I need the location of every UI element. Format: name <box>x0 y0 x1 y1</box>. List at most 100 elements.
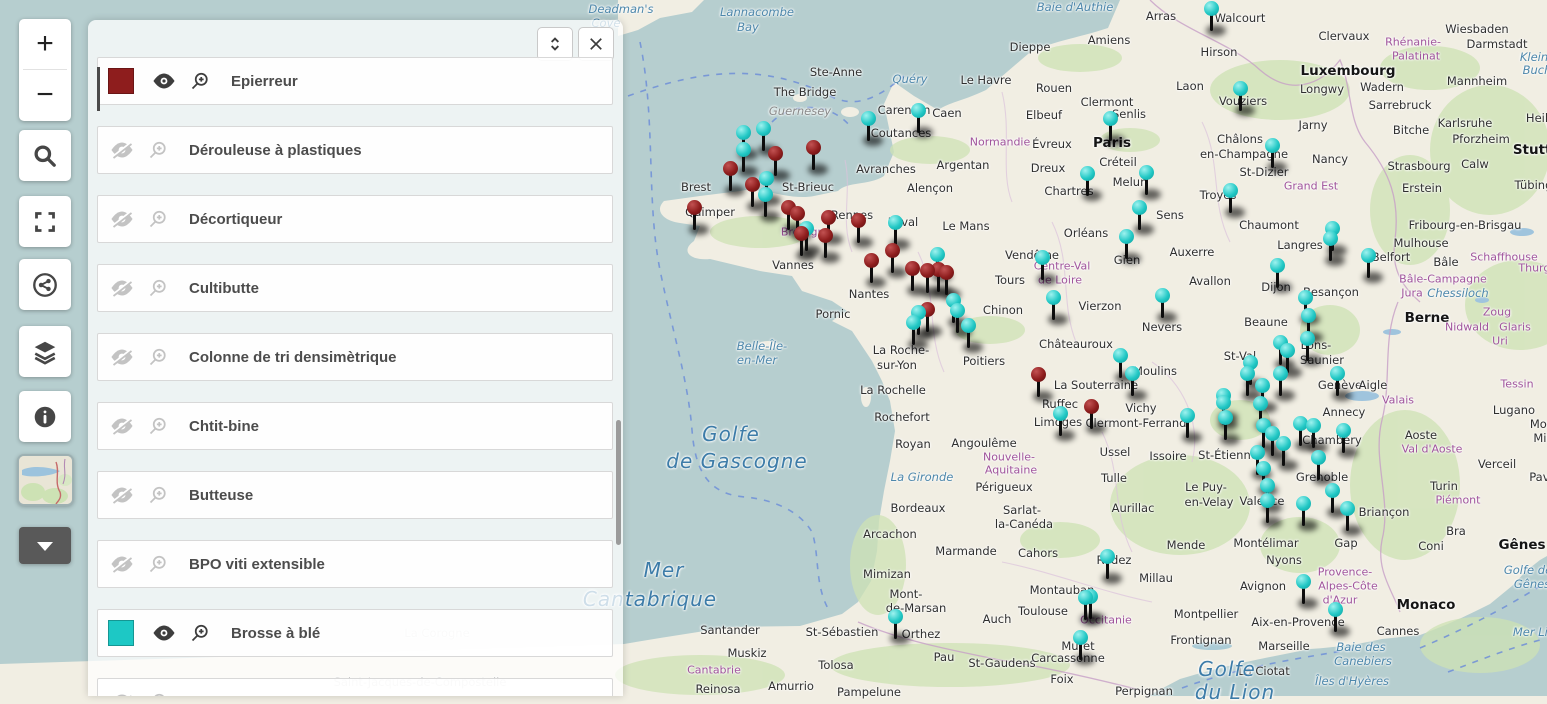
marker-ball-icon <box>1300 331 1315 346</box>
zoom-out-button[interactable]: − <box>19 70 71 120</box>
marker-ball-icon <box>1031 367 1046 382</box>
marker-ball-icon <box>864 253 879 268</box>
zoom-control: + − <box>19 19 71 121</box>
zoom-to-extent-icon <box>147 347 168 368</box>
layer-row[interactable]: Epierreur <box>97 57 613 105</box>
zoom-to-layer-button[interactable] <box>144 484 171 506</box>
marker-ball-icon <box>911 103 926 118</box>
zoom-to-extent-icon <box>147 140 168 161</box>
resize-panel-button[interactable] <box>537 27 573 61</box>
layer-row[interactable]: Butteuse <box>97 471 613 519</box>
marker-ball-icon <box>1155 288 1170 303</box>
marker-ball-icon <box>1296 574 1311 589</box>
marker-ball-icon <box>1218 410 1233 425</box>
fullscreen-button[interactable] <box>19 196 71 247</box>
close-panel-button[interactable] <box>578 27 614 61</box>
layer-row[interactable]: Décortiqueur <box>97 195 613 243</box>
zoom-to-extent-icon <box>147 554 168 575</box>
marker-ball-icon <box>1233 81 1248 96</box>
marker-ball-icon <box>1132 200 1147 215</box>
zoom-to-layer-button[interactable] <box>144 208 171 230</box>
search-button[interactable] <box>19 130 71 181</box>
marker-ball-icon <box>1323 231 1338 246</box>
toggle-visibility-button[interactable] <box>150 70 177 92</box>
layer-row[interactable]: Cultibutte <box>97 264 613 312</box>
zoom-to-extent-icon <box>189 71 210 92</box>
marker-ball-icon <box>794 226 809 241</box>
layer-name: Cultibutte <box>189 280 259 297</box>
marker-ball-icon <box>758 187 773 202</box>
marker-ball-icon <box>1340 501 1355 516</box>
marker-ball-icon <box>1100 549 1115 564</box>
layer-row[interactable]: Colonne de tri densimètrique <box>97 333 613 381</box>
minimap-toggle[interactable] <box>17 454 74 506</box>
toggle-visibility-button[interactable] <box>150 622 177 644</box>
layer-name: Brosse à blé <box>231 625 320 642</box>
layer-color-swatch <box>108 68 134 94</box>
zoom-to-layer-button[interactable] <box>144 139 171 161</box>
marker-ball-icon <box>930 247 945 262</box>
zoom-to-extent-icon <box>147 209 168 230</box>
layer-name: Chtit-bine <box>189 418 259 435</box>
marker-ball-icon <box>939 265 954 280</box>
eye-icon <box>152 72 176 90</box>
marker-ball-icon <box>1330 366 1345 381</box>
marker-ball-icon <box>756 121 771 136</box>
zoom-to-layer-button[interactable] <box>144 553 171 575</box>
marker-ball-icon <box>1103 111 1118 126</box>
toggle-visibility-button[interactable] <box>108 553 135 575</box>
zoom-to-layer-button[interactable] <box>144 691 171 696</box>
fullscreen-icon <box>33 210 57 234</box>
zoom-in-button[interactable]: + <box>19 19 71 69</box>
marker-ball-icon <box>1273 366 1288 381</box>
marker-ball-icon <box>1336 423 1351 438</box>
zoom-to-layer-button[interactable] <box>186 70 213 92</box>
panel-scrollbar[interactable] <box>616 420 621 545</box>
toggle-visibility-button[interactable] <box>108 415 135 437</box>
layer-row[interactable]: Bineuse PPAM <box>97 678 613 696</box>
marker-ball-icon <box>906 315 921 330</box>
more-controls-button[interactable] <box>19 527 71 564</box>
marker-ball-icon <box>961 318 976 333</box>
about-button[interactable] <box>19 391 71 442</box>
marker-ball-icon <box>851 213 866 228</box>
zoom-to-layer-button[interactable] <box>186 622 213 644</box>
zoom-to-layer-button[interactable] <box>144 415 171 437</box>
marker-ball-icon <box>905 261 920 276</box>
marker-ball-icon <box>1073 630 1088 645</box>
toggle-visibility-button[interactable] <box>108 208 135 230</box>
marker-ball-icon <box>1053 406 1068 421</box>
toggle-visibility-button[interactable] <box>108 346 135 368</box>
marker-ball-icon <box>768 146 783 161</box>
marker-ball-icon <box>1113 348 1128 363</box>
marker-ball-icon <box>888 609 903 624</box>
marker-ball-icon <box>1296 496 1311 511</box>
marker-ball-icon <box>759 171 774 186</box>
chevron-up-down-icon <box>545 34 565 54</box>
layer-name: Butteuse <box>189 487 253 504</box>
marker-ball-icon <box>1255 378 1270 393</box>
eye-off-icon <box>110 417 134 435</box>
marker-ball-icon <box>1240 366 1255 381</box>
marker-ball-icon <box>790 206 805 221</box>
marker-ball-icon <box>736 125 751 140</box>
zoom-to-layer-button[interactable] <box>144 346 171 368</box>
marker-ball-icon <box>687 200 702 215</box>
toggle-visibility-button[interactable] <box>108 139 135 161</box>
layer-row[interactable]: Dérouleuse à plastiques <box>97 126 613 174</box>
toggle-visibility-button[interactable] <box>108 277 135 299</box>
layers-button[interactable] <box>19 326 71 377</box>
browse-panel: Epierreur Dérouleuse à plastiques <box>88 20 623 696</box>
zoom-to-layer-button[interactable] <box>144 277 171 299</box>
eye-off-icon <box>110 348 134 366</box>
search-icon <box>32 143 58 169</box>
marker-ball-icon <box>1298 290 1313 305</box>
layer-row[interactable]: Chtit-bine <box>97 402 613 450</box>
toggle-visibility-button[interactable] <box>108 484 135 506</box>
marker-ball-icon <box>818 228 833 243</box>
marker-ball-icon <box>745 177 760 192</box>
layer-row[interactable]: BPO viti extensible <box>97 540 613 588</box>
toggle-visibility-button[interactable] <box>108 691 135 696</box>
share-button[interactable] <box>19 259 71 310</box>
layer-row[interactable]: Brosse à blé <box>97 609 613 657</box>
